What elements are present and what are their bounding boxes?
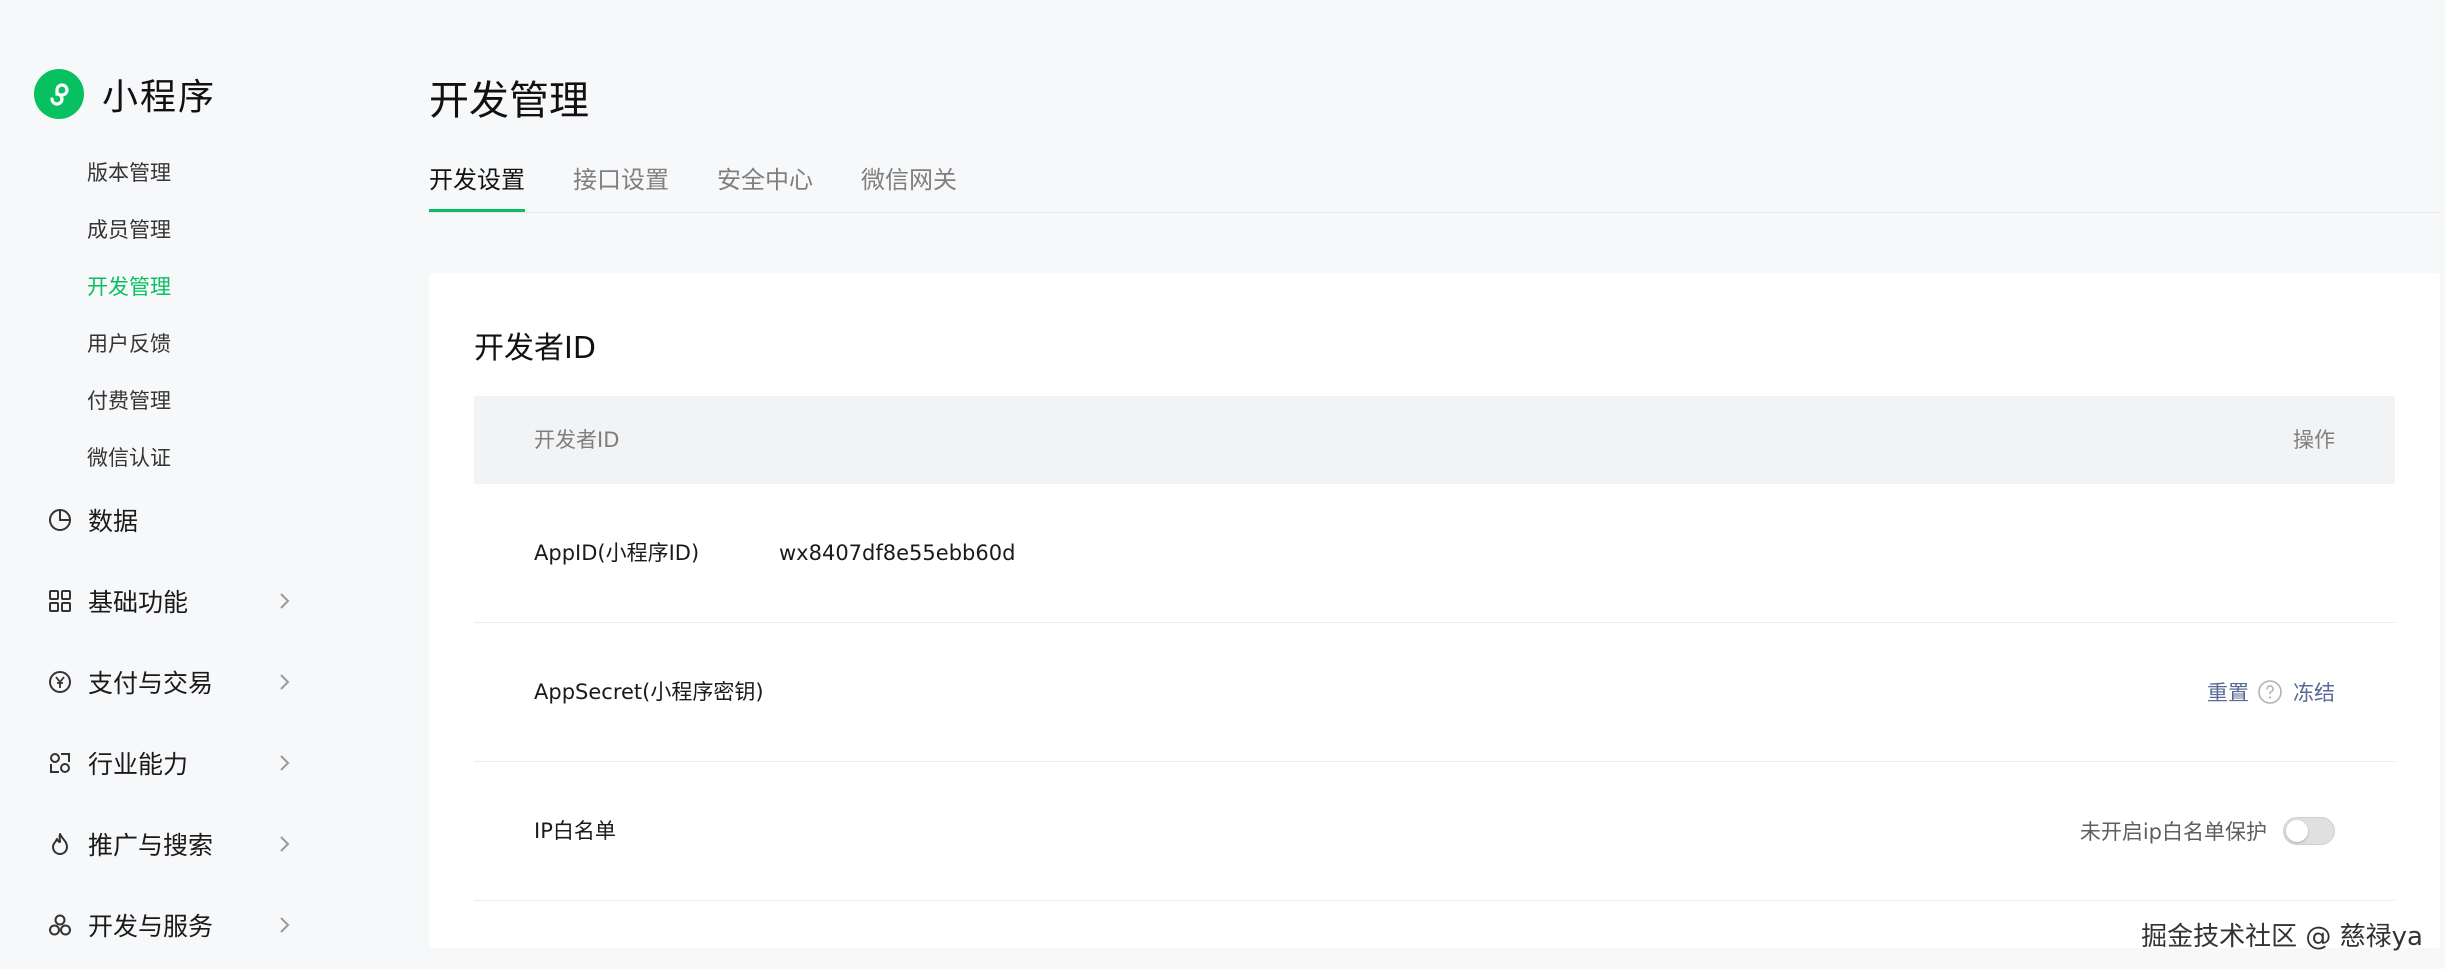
sidebar-group-industry[interactable]: 行业能力	[46, 743, 296, 783]
sidebar-group-dev-services[interactable]: 开发与服务	[46, 905, 296, 945]
sidebar-group-label: 推广与搜索	[88, 831, 214, 860]
industry-icon	[46, 749, 74, 777]
ip-whitelist-status: 未开启ip白名单保护	[2079, 820, 2267, 844]
tab-active-indicator	[429, 209, 525, 212]
brand[interactable]: 小程序	[34, 68, 216, 120]
sidebar-item-version[interactable]: 版本管理	[87, 158, 171, 188]
help-icon[interactable]	[2257, 679, 2283, 705]
appid-label: AppID(小程序ID)	[534, 541, 700, 565]
column-header-developer-id: 开发者ID	[534, 428, 620, 452]
sidebar-group-data[interactable]: 数据	[46, 500, 296, 540]
services-icon	[46, 911, 74, 939]
chevron-right-icon	[280, 917, 290, 933]
table-header: 开发者ID 操作	[474, 396, 2395, 484]
card-title: 开发者ID	[474, 331, 596, 366]
appsecret-label: AppSecret(小程序密钥)	[534, 680, 764, 704]
watermark: 掘金技术社区 @ 慈禄ya	[2141, 922, 2423, 952]
tab-dev-settings[interactable]: 开发设置	[429, 160, 525, 212]
sidebar-group-payment[interactable]: 支付与交易	[46, 662, 296, 702]
tab-label: 接口设置	[573, 166, 669, 194]
toggle-knob	[2286, 820, 2308, 842]
chevron-right-icon	[280, 674, 290, 690]
grid-icon	[46, 587, 74, 615]
sidebar-group-label: 基础功能	[88, 588, 189, 617]
chevron-right-icon	[280, 836, 290, 852]
tab-label: 安全中心	[717, 166, 813, 194]
sidebar-group-label: 数据	[88, 507, 139, 536]
appid-value[interactable]: wx8407df8e55ebb60d	[779, 484, 1015, 622]
table-row-appid: AppID(小程序ID) wx8407df8e55ebb60d	[474, 484, 2395, 623]
tab-security-center[interactable]: 安全中心	[717, 160, 813, 210]
column-header-action: 操作	[2293, 428, 2335, 452]
ip-whitelist-actions: 未开启ip白名单保护	[2080, 762, 2335, 900]
sidebar-group-label: 开发与服务	[88, 912, 214, 941]
sidebar-item-dev-management[interactable]: 开发管理	[87, 272, 171, 302]
sidebar-item-members[interactable]: 成员管理	[87, 215, 171, 245]
yen-icon	[46, 668, 74, 696]
sidebar: 小程序 版本管理 成员管理 开发管理 用户反馈 付费管理 微信认证 数据 基础功…	[0, 0, 380, 969]
sidebar-group-promotion[interactable]: 推广与搜索	[46, 824, 296, 864]
sidebar-group-basic[interactable]: 基础功能	[46, 581, 296, 621]
appsecret-actions: 重置 冻结	[2207, 623, 2335, 761]
tab-wechat-gateway[interactable]: 微信网关	[861, 160, 957, 210]
sidebar-item-wechat-verify[interactable]: 微信认证	[87, 443, 171, 473]
page-title: 开发管理	[429, 78, 589, 124]
freeze-secret-link[interactable]: 冻结	[2293, 677, 2335, 707]
tab-api-settings[interactable]: 接口设置	[573, 160, 669, 210]
flame-icon	[46, 830, 74, 858]
miniprogram-logo-icon	[34, 69, 84, 119]
ip-whitelist-label: IP白名单	[534, 819, 616, 843]
chevron-right-icon	[280, 593, 290, 609]
pie-chart-icon	[46, 506, 74, 534]
table-row-appsecret: AppSecret(小程序密钥) 重置 冻结	[474, 623, 2395, 762]
table-row-ip-whitelist: IP白名单 未开启ip白名单保护	[474, 762, 2395, 901]
brand-name: 小程序	[102, 77, 217, 118]
reset-secret-link[interactable]: 重置	[2207, 677, 2249, 707]
tab-label: 微信网关	[861, 166, 957, 194]
sidebar-item-billing[interactable]: 付费管理	[87, 386, 171, 416]
tab-label: 开发设置	[429, 166, 525, 194]
developer-id-card: 开发者ID 开发者ID 操作 AppID(小程序ID) wx8407df8e55…	[429, 273, 2440, 948]
chevron-right-icon	[280, 755, 290, 771]
ip-whitelist-toggle[interactable]	[2283, 817, 2335, 845]
sidebar-group-label: 支付与交易	[88, 669, 214, 698]
tab-bar: 开发设置 接口设置 安全中心 微信网关	[429, 160, 2440, 213]
sidebar-group-label: 行业能力	[88, 750, 189, 779]
sidebar-item-feedback[interactable]: 用户反馈	[87, 329, 171, 359]
